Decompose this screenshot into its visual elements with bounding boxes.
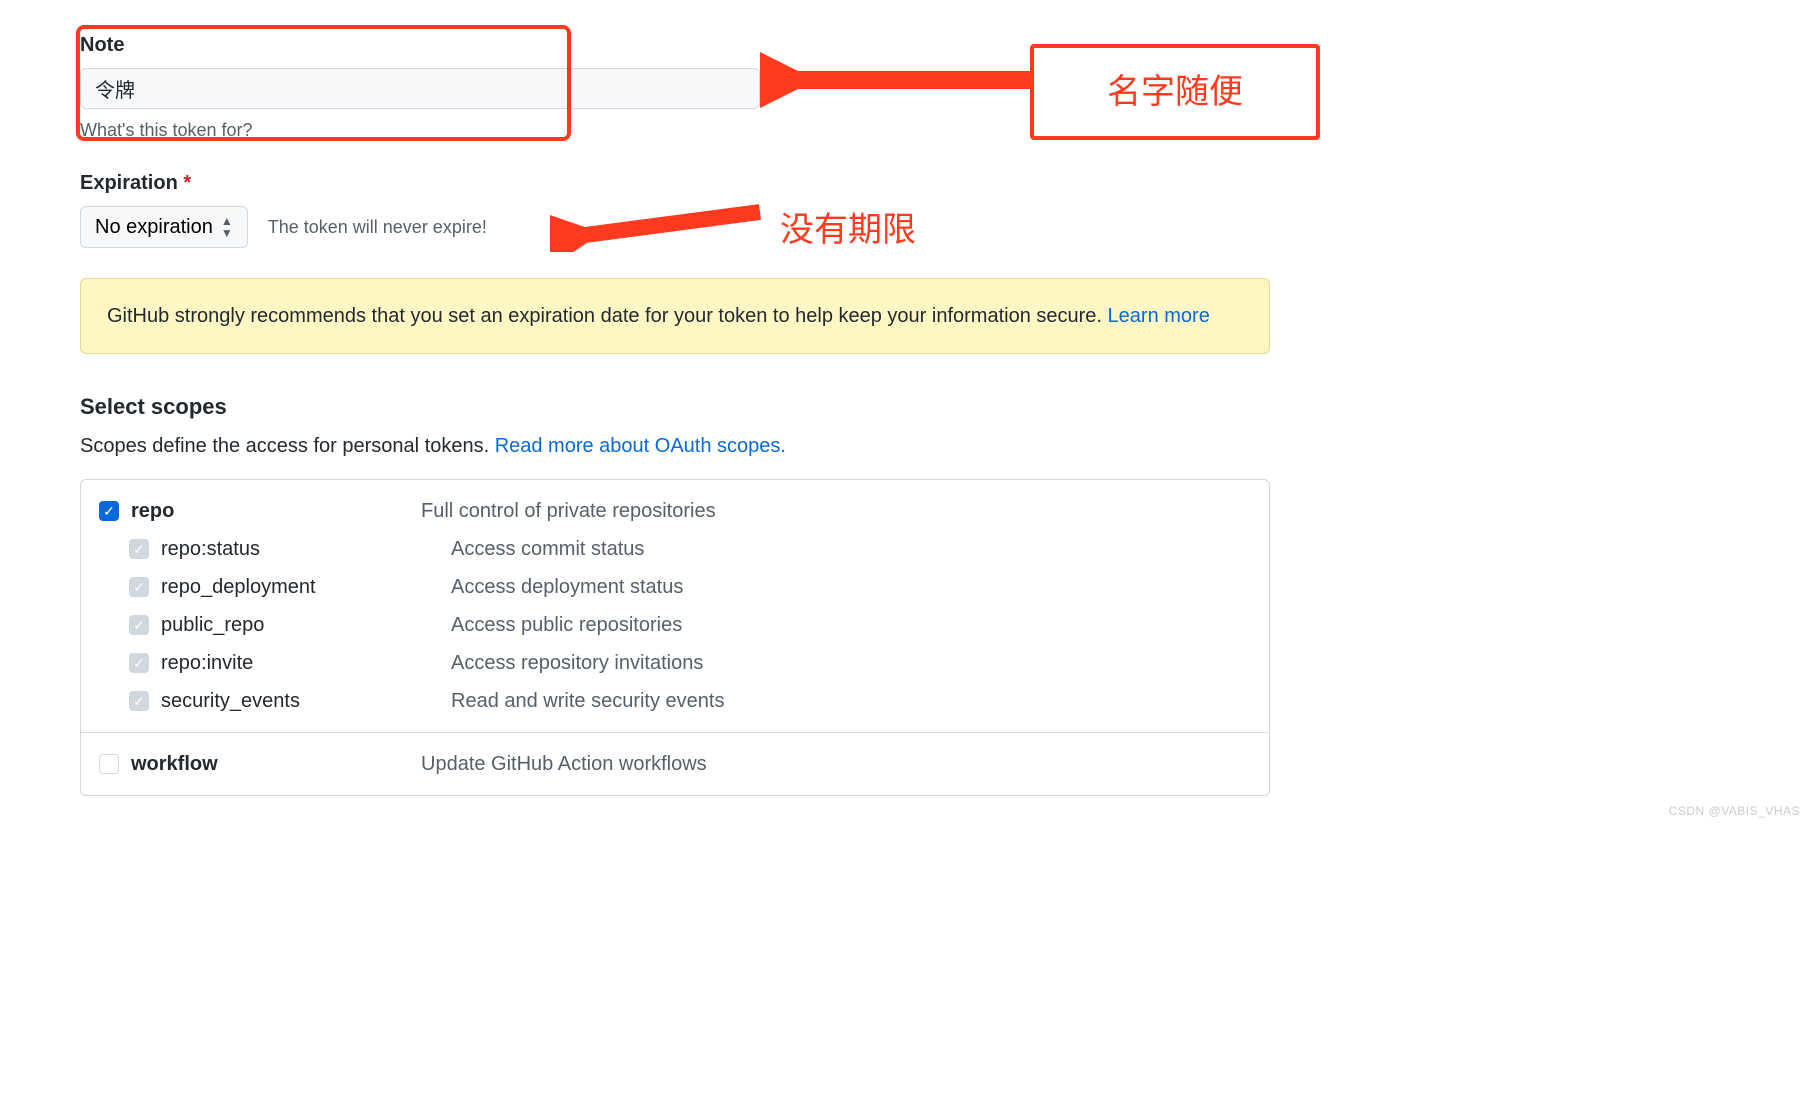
scopes-list: ✓ repoFull control of private repositorie… [80,479,1270,796]
scope-row-parent: ✓ repoFull control of private repositorie… [99,492,1251,530]
chevron-updown-icon: ▲▼ [221,215,233,239]
scopes-sub: Scopes define the access for personal to… [80,431,1732,461]
checkbox[interactable] [99,754,119,774]
annotation-callout-name-text: 名字随便 [1107,67,1243,118]
expiration-selected-text: No expiration [95,216,213,239]
scope-desc: Access deployment status [451,572,683,602]
scope-label: public_repo [161,610,451,640]
checkbox[interactable]: ✓ [129,691,149,711]
scope-desc: Full control of private repositories [421,496,716,526]
scope-row-child: ✓ repo:statusAccess commit status [99,530,1251,568]
annotation-callout-name: 名字随便 [1030,44,1320,140]
annotation-callout-expiration-text: 没有期限 [780,211,916,249]
checkbox[interactable]: ✓ [129,539,149,559]
oauth-scopes-link[interactable]: Read more about OAuth scopes. [495,435,786,457]
scope-row-child: ✓ security_eventsRead and write security … [99,682,1251,720]
expiration-label: Expiration * [80,168,1732,198]
checkbox[interactable]: ✓ [129,577,149,597]
required-asterisk: * [183,172,191,194]
scope-desc: Update GitHub Action workflows [421,749,707,779]
scope-desc: Access repository invitations [451,648,703,678]
scope-desc: Access public repositories [451,610,682,640]
scopes-heading: Select scopes [80,390,1732,423]
scope-label: repo [131,496,421,526]
scope-group: workflowUpdate GitHub Action workflows [81,733,1269,795]
watermark: CSDN @VABIS_VHAS [1669,802,1800,820]
expiration-label-text: Expiration [80,172,178,194]
scope-label: security_events [161,686,451,716]
scopes-sub-text: Scopes define the access for personal to… [80,435,495,457]
annotation-callout-expiration: 没有期限 [780,205,916,256]
warning-text: GitHub strongly recommends that you set … [107,305,1102,327]
scope-label: repo_deployment [161,572,451,602]
scope-label: repo:status [161,534,451,564]
annotation-highlight-note [76,25,571,141]
scope-row-child: ✓ repo:inviteAccess repository invitation… [99,644,1251,682]
scope-label: repo:invite [161,648,451,678]
learn-more-link[interactable]: Learn more [1108,305,1210,327]
checkbox[interactable]: ✓ [99,501,119,521]
scope-row-child: ✓ repo_deploymentAccess deployment status [99,568,1251,606]
checkbox[interactable]: ✓ [129,653,149,673]
expiration-message: The token will never expire! [268,214,487,241]
scope-desc: Access commit status [451,534,644,564]
scope-row-parent: workflowUpdate GitHub Action workflows [99,745,1251,783]
scope-row-child: ✓ public_repoAccess public repositories [99,606,1251,644]
scope-label: workflow [131,749,421,779]
expiration-select[interactable]: No expiration ▲▼ [80,206,248,248]
scope-desc: Read and write security events [451,686,724,716]
scope-group: ✓ repoFull control of private repositorie… [81,480,1269,733]
expiration-warning-banner: GitHub strongly recommends that you set … [80,278,1270,354]
checkbox[interactable]: ✓ [129,615,149,635]
